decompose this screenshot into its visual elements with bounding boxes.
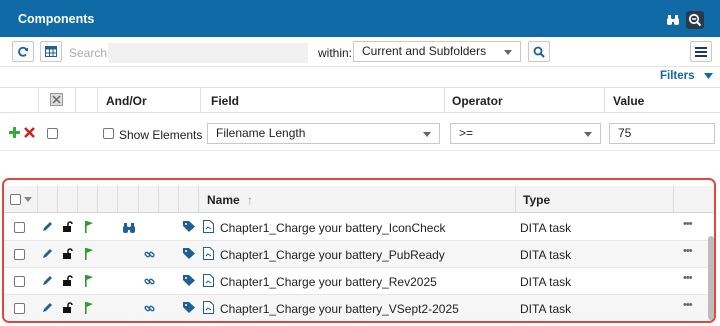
operator-select[interactable]: >= (450, 123, 601, 144)
chevron-down-icon (504, 50, 512, 55)
field-select-value: Filename Length (216, 126, 306, 140)
operator-select-value: >= (459, 126, 474, 140)
binoculars-icon (123, 222, 135, 236)
grid-scrollbar[interactable] (708, 236, 714, 320)
filters-label: Filters (660, 70, 695, 82)
within-select-value: Current and Subfolders (362, 44, 487, 58)
row-checkbox[interactable] (14, 303, 25, 314)
chevron-down-icon (423, 132, 431, 137)
andor-header: And/Or (106, 94, 147, 108)
search-button[interactable] (528, 41, 550, 62)
binoculars-icon (667, 15, 679, 25)
component-name[interactable]: Chapter1_Charge your battery_VSept2-2025 (220, 302, 459, 316)
value-input[interactable]: 75 (609, 123, 715, 144)
within-label: within: (318, 46, 353, 60)
binoculars-button[interactable] (664, 11, 682, 29)
component-type: DITA task (520, 275, 572, 289)
document-icon (203, 274, 214, 290)
show-elements-checkbox[interactable] (103, 128, 114, 139)
tag-icon (183, 275, 195, 289)
unlock-icon (62, 275, 73, 289)
caret-down-icon (703, 72, 713, 79)
more-actions-icon[interactable]: ••• (683, 218, 693, 230)
name-column-label: Name (207, 193, 240, 207)
filter-row-checkbox[interactable] (47, 128, 58, 139)
more-actions-icon[interactable]: ••• (683, 299, 693, 311)
value-input-text: 75 (618, 126, 632, 140)
component-name[interactable]: Chapter1_Charge your battery_IconCheck (220, 221, 445, 235)
filter-row: Show Elements Filename Length >= 75 (0, 113, 720, 151)
menu-button[interactable] (690, 41, 712, 62)
hamburger-icon (695, 46, 707, 57)
panel-titlebar: Components (0, 0, 720, 37)
search-label: Search: (69, 46, 111, 60)
zoom-out-icon (688, 13, 702, 27)
flag-icon (84, 248, 93, 263)
search-toolbar: Search: within: Current and Subfolders (0, 37, 720, 67)
document-icon (203, 247, 214, 263)
flag-icon (84, 275, 93, 290)
flag-icon (84, 302, 93, 317)
edit-icon[interactable] (42, 248, 53, 262)
more-actions-icon[interactable]: ••• (683, 245, 693, 257)
search-icon (533, 46, 545, 58)
component-name[interactable]: Chapter1_Charge your battery_PubReady (220, 248, 445, 262)
sort-ascending-icon: ↑ (247, 193, 254, 207)
unlock-icon (62, 221, 73, 235)
link-icon (144, 303, 155, 317)
refresh-button[interactable] (12, 41, 34, 62)
filters-toggle[interactable]: Filters (660, 70, 713, 82)
component-name[interactable]: Chapter1_Charge your battery_Rev2025 (220, 275, 437, 289)
results-grid: Name ↑ Type Chapter1_Charge your battery… (2, 178, 716, 323)
operator-header: Operator (452, 94, 503, 108)
filter-header: And/Or Field Operator Value (0, 87, 720, 113)
field-header: Field (211, 94, 240, 108)
grid-header: Name ↑ Type (4, 186, 714, 213)
document-icon (203, 301, 214, 317)
link-icon (144, 276, 155, 290)
value-header: Value (613, 94, 645, 108)
document-icon (203, 220, 214, 236)
search-input[interactable] (108, 43, 308, 63)
show-elements-label: Show Elements (119, 128, 203, 142)
link-icon (144, 249, 155, 263)
table-row[interactable]: Chapter1_Charge your battery_VSept2-2025… (4, 295, 710, 321)
unlock-icon (62, 302, 73, 316)
more-actions-icon[interactable]: ••• (683, 272, 693, 284)
table-icon (45, 46, 57, 57)
within-select[interactable]: Current and Subfolders (353, 41, 521, 62)
name-column-header[interactable]: Name ↑ (207, 193, 253, 207)
chevron-down-icon (584, 132, 592, 137)
row-checkbox[interactable] (14, 276, 25, 287)
row-checkbox[interactable] (14, 222, 25, 233)
tag-icon (183, 302, 195, 316)
component-type: DITA task (520, 302, 572, 316)
tag-icon (183, 221, 195, 235)
component-type: DITA task (520, 221, 572, 235)
edit-icon[interactable] (42, 302, 53, 316)
type-column-header[interactable]: Type (523, 193, 550, 207)
component-type: DITA task (520, 248, 572, 262)
clear-filters-icon[interactable] (50, 93, 63, 109)
table-row[interactable]: Chapter1_Charge your battery_PubReady DI… (4, 241, 710, 268)
select-all-checkbox[interactable] (10, 194, 21, 205)
add-filter-icon[interactable] (9, 127, 20, 141)
flag-icon (84, 221, 93, 236)
tag-icon (183, 248, 195, 262)
field-select[interactable]: Filename Length (207, 123, 440, 144)
table-row[interactable]: Chapter1_Charge your battery_IconCheck D… (4, 214, 710, 241)
panel-title: Components (18, 12, 95, 26)
row-checkbox[interactable] (14, 249, 25, 260)
grid-view-button[interactable] (40, 41, 62, 62)
remove-filter-icon[interactable] (24, 127, 35, 141)
refresh-icon (18, 46, 28, 57)
chevron-down-icon[interactable] (24, 197, 32, 202)
table-row[interactable]: Chapter1_Charge your battery_Rev2025 DIT… (4, 268, 710, 295)
unlock-icon (62, 248, 73, 262)
zoom-out-button[interactable] (686, 11, 704, 29)
edit-icon[interactable] (42, 221, 53, 235)
edit-icon[interactable] (42, 275, 53, 289)
